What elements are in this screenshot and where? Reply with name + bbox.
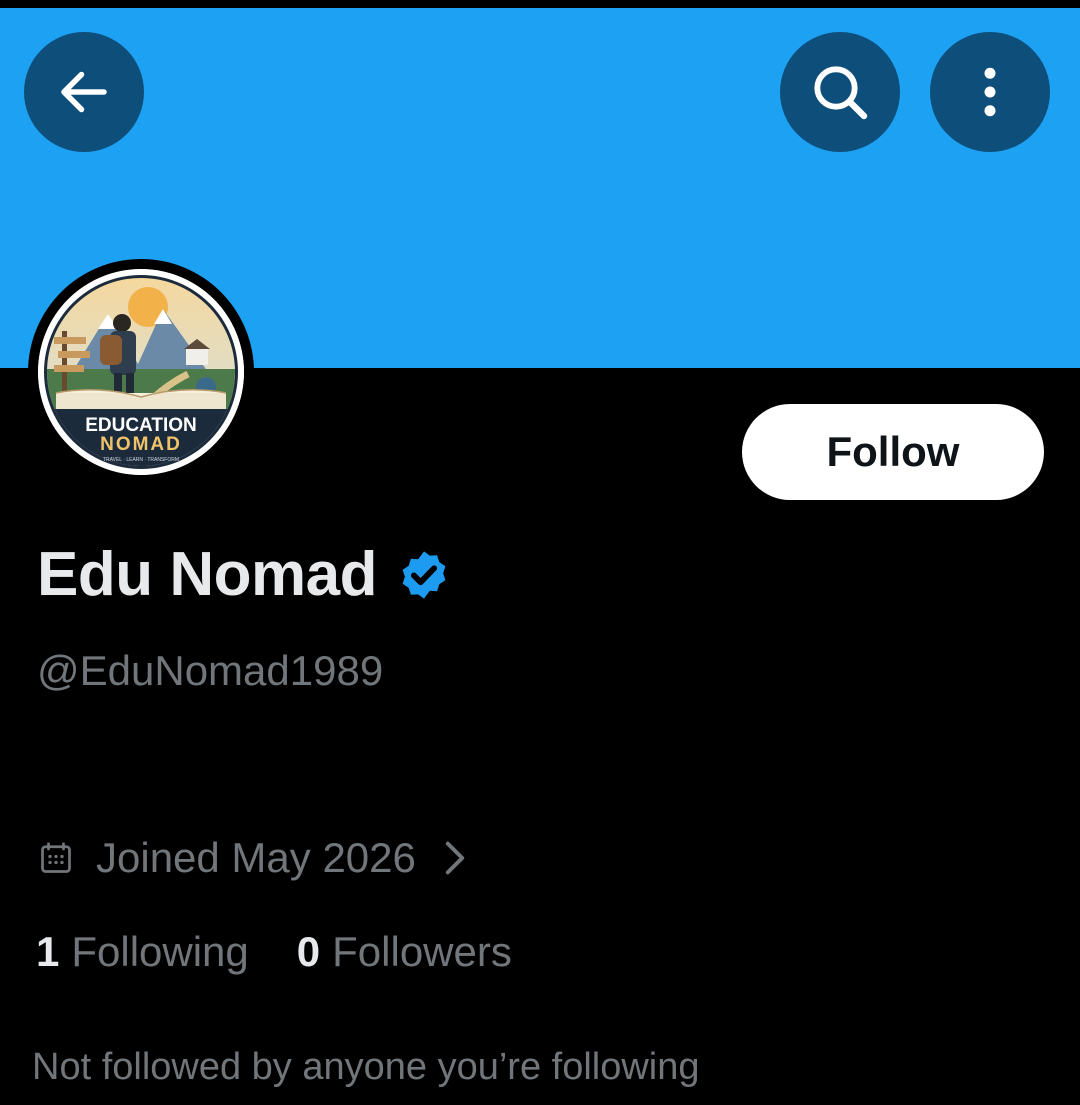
joined-date-text: Joined May 2026 xyxy=(96,834,416,881)
avatar[interactable]: EDUCATION NOMAD TRAVEL · LEARN · TRANSFO… xyxy=(38,269,244,475)
verified-badge-icon[interactable] xyxy=(397,548,451,602)
avatar-text-nomad: NOMAD xyxy=(100,434,182,455)
search-icon xyxy=(814,66,868,120)
avatar-tagline: TRAVEL · LEARN · TRANSFORM xyxy=(103,457,179,463)
more-options-button[interactable] xyxy=(930,32,1050,152)
followers-stat[interactable]: 0 Followers xyxy=(297,928,512,976)
chevron-right-icon xyxy=(445,841,465,875)
following-stat[interactable]: 1 Following xyxy=(36,928,249,976)
joined-date-row[interactable]: Joined May 2026 xyxy=(38,830,466,886)
name-row: Edu Nomad xyxy=(37,540,451,610)
back-button[interactable] xyxy=(24,32,144,152)
display-name: Edu Nomad xyxy=(37,540,377,609)
follow-stats: 1 Following 0 Followers xyxy=(36,924,512,980)
following-label: Following xyxy=(71,928,249,975)
followers-count: 0 xyxy=(296,928,321,975)
arrow-left-icon xyxy=(61,71,107,113)
more-vertical-icon xyxy=(984,67,996,117)
mutual-followers-note: Not followed by anyone you’re following xyxy=(32,1046,700,1088)
following-count: 1 xyxy=(36,928,60,975)
followers-label: Followers xyxy=(332,928,512,975)
profile-handle: @EduNomad1989 xyxy=(37,647,384,694)
search-button[interactable] xyxy=(780,32,900,152)
avatar-logo: EDUCATION NOMAD TRAVEL · LEARN · TRANSFO… xyxy=(38,269,244,475)
status-bar-strip xyxy=(0,0,1080,8)
avatar-text-education: EDUCATION xyxy=(85,415,197,436)
calendar-icon xyxy=(41,842,71,873)
follow-button[interactable]: Follow xyxy=(742,404,1044,500)
